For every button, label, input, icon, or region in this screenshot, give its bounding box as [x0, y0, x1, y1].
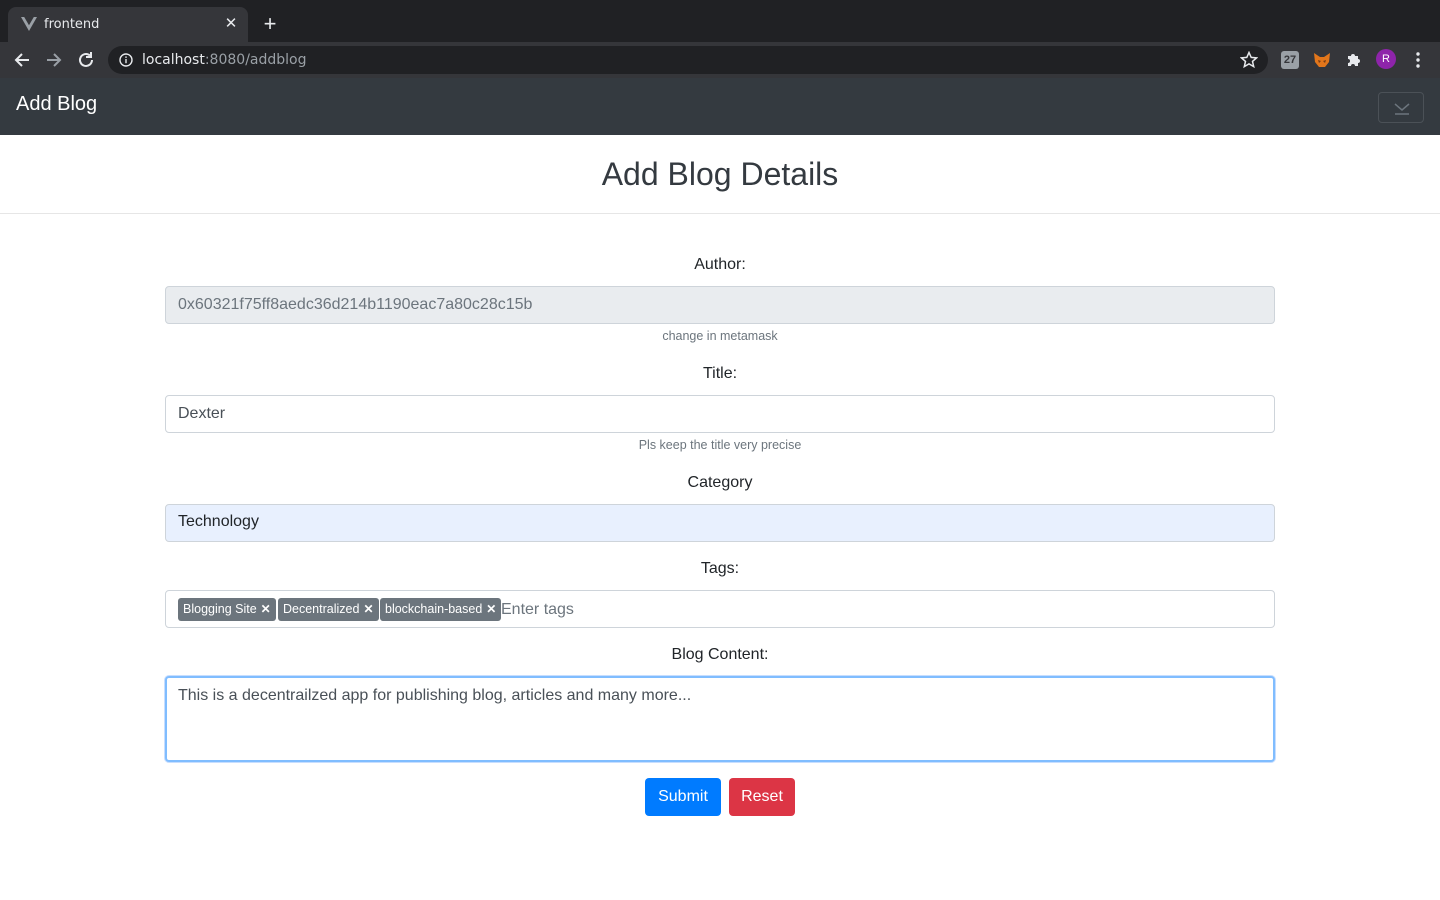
tag-chip: Decentralized ✕ [278, 598, 379, 621]
calendar-extension-icon[interactable]: 27 [1281, 51, 1299, 69]
address-bar[interactable]: localhost:8080/addblog [108, 46, 1268, 74]
category-label: Category [687, 474, 753, 491]
tags-input-box[interactable]: Blogging Site ✕ Decentralized ✕ blockchain… [165, 590, 1275, 628]
url-host: localhost [142, 52, 205, 68]
collapse-down-icon [1394, 103, 1410, 115]
reload-icon[interactable] [75, 49, 97, 71]
tab-title: frontend [44, 17, 100, 32]
remove-tag-icon[interactable]: ✕ [486, 602, 496, 616]
close-icon[interactable]: ✕ [222, 15, 240, 33]
info-icon[interactable] [119, 53, 133, 67]
category-select[interactable]: Technology [165, 504, 1275, 542]
header-divider [0, 213, 1440, 214]
page-title: Add Blog Details [601, 156, 839, 192]
browser-tab[interactable]: frontend ✕ [8, 7, 248, 42]
author-help: change in metamask [662, 329, 778, 343]
new-tab-icon[interactable]: + [260, 13, 280, 35]
author-label: Author: [694, 256, 746, 273]
remove-tag-icon[interactable]: ✕ [261, 602, 271, 616]
bookmark-star-icon[interactable] [1240, 51, 1258, 69]
more-menu-icon[interactable] [1409, 51, 1427, 69]
tag-text: blockchain-based [385, 602, 483, 616]
tag-text: Blogging Site [183, 602, 257, 616]
tag-text: Decentralized [283, 602, 360, 616]
back-arrow-icon[interactable] [11, 49, 33, 71]
tag-chip: Blogging Site ✕ [178, 598, 276, 621]
browser-toolbar: localhost:8080/addblog 27 [0, 42, 1440, 78]
reset-button[interactable]: Reset [729, 778, 795, 816]
vue-logo-icon [21, 17, 37, 31]
navbar-toggler-button[interactable] [1378, 92, 1424, 123]
browser-tabstrip: frontend ✕ + [0, 0, 1440, 42]
remove-tag-icon[interactable]: ✕ [363, 602, 373, 616]
forward-arrow-icon[interactable] [43, 49, 65, 71]
profile-avatar[interactable]: R [1376, 49, 1396, 69]
title-field[interactable] [165, 395, 1275, 433]
content-label: Blog Content: [671, 646, 769, 663]
title-label: Title: [702, 365, 738, 382]
tags-label: Tags: [700, 560, 740, 577]
url-path: :8080/addblog [204, 52, 307, 68]
submit-button[interactable]: Submit [645, 778, 721, 816]
title-help: Pls keep the title very precise [638, 438, 802, 452]
tag-chip: blockchain-based ✕ [380, 598, 502, 621]
author-field[interactable] [165, 286, 1275, 324]
blog-content-textarea[interactable]: This is a decentrailzed app for publishi… [165, 676, 1275, 762]
category-selected-value: Technology [178, 513, 259, 530]
tags-text-input[interactable] [501, 598, 801, 621]
navbar-brand[interactable]: Add Blog [16, 93, 97, 116]
extension-badge: 27 [1283, 54, 1297, 66]
app-navbar: Add Blog [0, 78, 1440, 135]
metamask-fox-icon[interactable] [1313, 51, 1331, 69]
url-text: localhost:8080/addblog [142, 52, 307, 68]
puzzle-extensions-icon[interactable] [1345, 51, 1363, 69]
